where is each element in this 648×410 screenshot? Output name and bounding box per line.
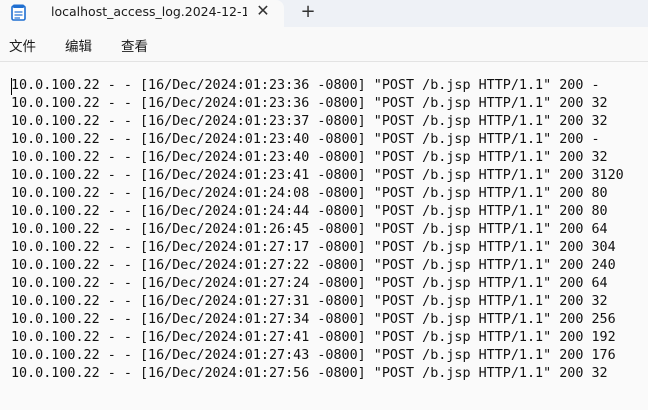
log-line: 10.0.100.22 - - [16/Dec/2024:01:27:31 -0… bbox=[11, 294, 608, 309]
log-line: 10.0.100.22 - - [16/Dec/2024:01:27:24 -0… bbox=[11, 276, 608, 291]
log-line: 10.0.100.22 - - [16/Dec/2024:01:27:17 -0… bbox=[11, 240, 616, 255]
log-line: 10.0.100.22 - - [16/Dec/2024:01:23:36 -0… bbox=[11, 78, 600, 93]
menu-edit[interactable]: 编辑 bbox=[65, 35, 92, 55]
log-line: 10.0.100.22 - - [16/Dec/2024:01:27:34 -0… bbox=[11, 312, 616, 327]
log-line: 10.0.100.22 - - [16/Dec/2024:01:27:56 -0… bbox=[11, 366, 608, 381]
log-line: 10.0.100.22 - - [16/Dec/2024:01:27:22 -0… bbox=[11, 258, 616, 273]
log-line: 10.0.100.22 - - [16/Dec/2024:01:24:08 -0… bbox=[11, 186, 608, 201]
tab-active-file[interactable]: localhost_access_log.2024-12-16.tx ✕ bbox=[0, 0, 284, 27]
log-line: 10.0.100.22 - - [16/Dec/2024:01:24:44 -0… bbox=[11, 204, 608, 219]
close-icon[interactable]: ✕ bbox=[254, 2, 272, 20]
log-line: 10.0.100.22 - - [16/Dec/2024:01:27:41 -0… bbox=[11, 330, 616, 345]
notepad-icon bbox=[11, 4, 26, 21]
log-line: 10.0.100.22 - - [16/Dec/2024:01:23:41 -0… bbox=[11, 168, 624, 183]
notepad-window: localhost_access_log.2024-12-16.tx ✕ + 文… bbox=[0, 0, 648, 410]
text-editor[interactable]: 10.0.100.22 - - [16/Dec/2024:01:23:36 -0… bbox=[0, 61, 648, 410]
menu-file[interactable]: 文件 bbox=[9, 35, 36, 55]
log-line: 10.0.100.22 - - [16/Dec/2024:01:26:45 -0… bbox=[11, 222, 608, 237]
log-lines: 10.0.100.22 - - [16/Dec/2024:01:23:36 -0… bbox=[11, 77, 624, 383]
log-line: 10.0.100.22 - - [16/Dec/2024:01:23:36 -0… bbox=[11, 96, 608, 111]
menu-bar: 文件 编辑 查看 bbox=[0, 27, 648, 61]
menu-view[interactable]: 查看 bbox=[121, 35, 148, 55]
text-caret bbox=[11, 78, 12, 95]
title-bar: localhost_access_log.2024-12-16.tx ✕ + bbox=[0, 0, 648, 27]
new-tab-button[interactable]: + bbox=[298, 2, 318, 22]
log-line: 10.0.100.22 - - [16/Dec/2024:01:23:40 -0… bbox=[11, 150, 608, 165]
log-line: 10.0.100.22 - - [16/Dec/2024:01:23:37 -0… bbox=[11, 114, 608, 129]
log-line: 10.0.100.22 - - [16/Dec/2024:01:23:40 -0… bbox=[11, 132, 600, 147]
tab-title: localhost_access_log.2024-12-16.tx bbox=[51, 4, 247, 19]
log-line: 10.0.100.22 - - [16/Dec/2024:01:27:43 -0… bbox=[11, 348, 616, 363]
